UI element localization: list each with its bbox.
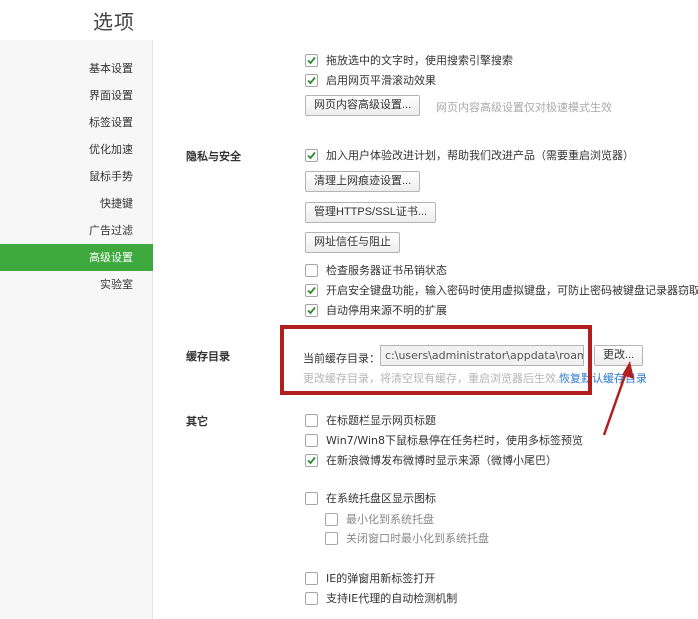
sidebar-item-basic[interactable]: 基本设置 (0, 55, 153, 82)
close-tray-label: 关闭窗口时最小化到系统托盘 (346, 532, 489, 545)
ie-proxy-label: 支持IE代理的自动检测机制 (326, 592, 458, 605)
sidebar: 基本设置 界面设置 标签设置 优化加速 鼠标手势 快捷键 广告过滤 高级设置 实… (0, 40, 153, 619)
win7-preview-option[interactable]: Win7/Win8下鼠标悬停在任务栏时，使用多标签预览 (305, 432, 583, 448)
cert-revoke-option[interactable]: 检查服务器证书吊销状态 (305, 262, 447, 278)
sidebar-item-adblock[interactable]: 广告过滤 (0, 217, 153, 244)
ie-popup-label: IE的弹窗用新标签打开 (326, 572, 436, 585)
sidebar-item-gestures[interactable]: 鼠标手势 (0, 163, 153, 190)
drag-search-option[interactable]: 拖放选中的文字时，使用搜索引擎搜索 (305, 52, 513, 68)
auto-disable-ext-label: 自动停用来源不明的扩展 (326, 304, 447, 317)
improve-plan-checkbox[interactable] (305, 148, 318, 162)
close-tray-option[interactable]: 关闭窗口时最小化到系统托盘 (325, 530, 489, 546)
cache-highlight-box (280, 325, 592, 395)
tray-icon-checkbox[interactable] (305, 491, 318, 505)
smooth-scroll-option[interactable]: 启用网页平滑滚动效果 (305, 72, 436, 88)
minimize-tray-label: 最小化到系统托盘 (346, 513, 434, 526)
show-title-checkbox[interactable] (305, 413, 318, 427)
header: 选项 (0, 0, 698, 40)
sidebar-item-shortcuts[interactable]: 快捷键 (0, 190, 153, 217)
improve-plan-option[interactable]: 加入用户体验改进计划，帮助我们改进产品（需要重启浏览器） (305, 147, 634, 163)
sidebar-item-lab[interactable]: 实验室 (0, 271, 153, 298)
smooth-scroll-checkbox[interactable] (305, 73, 318, 87)
check-icon (307, 76, 316, 84)
auto-disable-ext-option[interactable]: 自动停用来源不明的扩展 (305, 302, 447, 318)
close-tray-checkbox[interactable] (325, 531, 338, 545)
check-icon (307, 306, 316, 314)
show-title-option[interactable]: 在标题栏显示网页标题 (305, 412, 436, 428)
tray-icon-option[interactable]: 在系统托盘区显示图标 (305, 490, 436, 506)
clear-traces-button[interactable]: 清理上网痕迹设置... (305, 171, 421, 192)
advanced-content-hint: 网页内容高级设置仅对极速模式生效 (436, 101, 612, 114)
drag-search-checkbox[interactable] (305, 53, 318, 67)
minimize-tray-option[interactable]: 最小化到系统托盘 (325, 511, 434, 527)
sidebar-item-advanced[interactable]: 高级设置 (0, 244, 153, 271)
tray-icon-label: 在系统托盘区显示图标 (326, 492, 436, 505)
cache-section-title: 缓存目录 (186, 350, 230, 363)
check-icon (307, 151, 316, 159)
weibo-source-checkbox[interactable] (305, 453, 318, 467)
check-icon (307, 56, 316, 64)
ie-proxy-checkbox[interactable] (305, 591, 318, 605)
secure-keyboard-option[interactable]: 开启安全键盘功能，输入密码时使用虚拟键盘，可防止密码被键盘记录器窃取 (305, 282, 698, 298)
win7-preview-checkbox[interactable] (305, 433, 318, 447)
url-trust-block-button[interactable]: 网址信任与阻止 (305, 232, 400, 253)
cert-revoke-label: 检查服务器证书吊销状态 (326, 264, 447, 277)
win7-preview-label: Win7/Win8下鼠标悬停在任务栏时，使用多标签预览 (326, 434, 584, 447)
cert-revoke-checkbox[interactable] (305, 263, 318, 277)
show-title-label: 在标题栏显示网页标题 (326, 414, 436, 427)
sidebar-item-tabs[interactable]: 标签设置 (0, 109, 153, 136)
page-title: 选项 (93, 10, 135, 34)
ie-popup-option[interactable]: IE的弹窗用新标签打开 (305, 570, 435, 586)
check-icon (307, 286, 316, 294)
secure-keyboard-label: 开启安全键盘功能，输入密码时使用虚拟键盘，可防止密码被键盘记录器窃取 (326, 284, 698, 297)
sidebar-item-interface[interactable]: 界面设置 (0, 82, 153, 109)
advanced-content-settings-button[interactable]: 网页内容高级设置... (305, 95, 421, 116)
arrow-annotation-icon (602, 361, 634, 436)
ie-proxy-option[interactable]: 支持IE代理的自动检测机制 (305, 590, 457, 606)
secure-keyboard-checkbox[interactable] (305, 283, 318, 297)
sidebar-item-optimize[interactable]: 优化加速 (0, 136, 153, 163)
improve-plan-label: 加入用户体验改进计划，帮助我们改进产品（需要重启浏览器） (326, 149, 634, 162)
other-section-title: 其它 (186, 415, 208, 428)
auto-disable-ext-checkbox[interactable] (305, 303, 318, 317)
check-icon (307, 456, 316, 464)
weibo-source-option[interactable]: 在新浪微博发布微博时显示来源（微博小尾巴） (305, 452, 557, 468)
minimize-tray-checkbox[interactable] (325, 512, 338, 526)
weibo-source-label: 在新浪微博发布微博时显示来源（微博小尾巴） (326, 454, 557, 467)
manage-certificates-button[interactable]: 管理HTTPS/SSL证书... (305, 202, 437, 223)
privacy-section-title: 隐私与安全 (186, 150, 241, 163)
smooth-scroll-label: 启用网页平滑滚动效果 (326, 74, 436, 87)
drag-search-label: 拖放选中的文字时，使用搜索引擎搜索 (326, 54, 513, 67)
ie-popup-checkbox[interactable] (305, 571, 318, 585)
